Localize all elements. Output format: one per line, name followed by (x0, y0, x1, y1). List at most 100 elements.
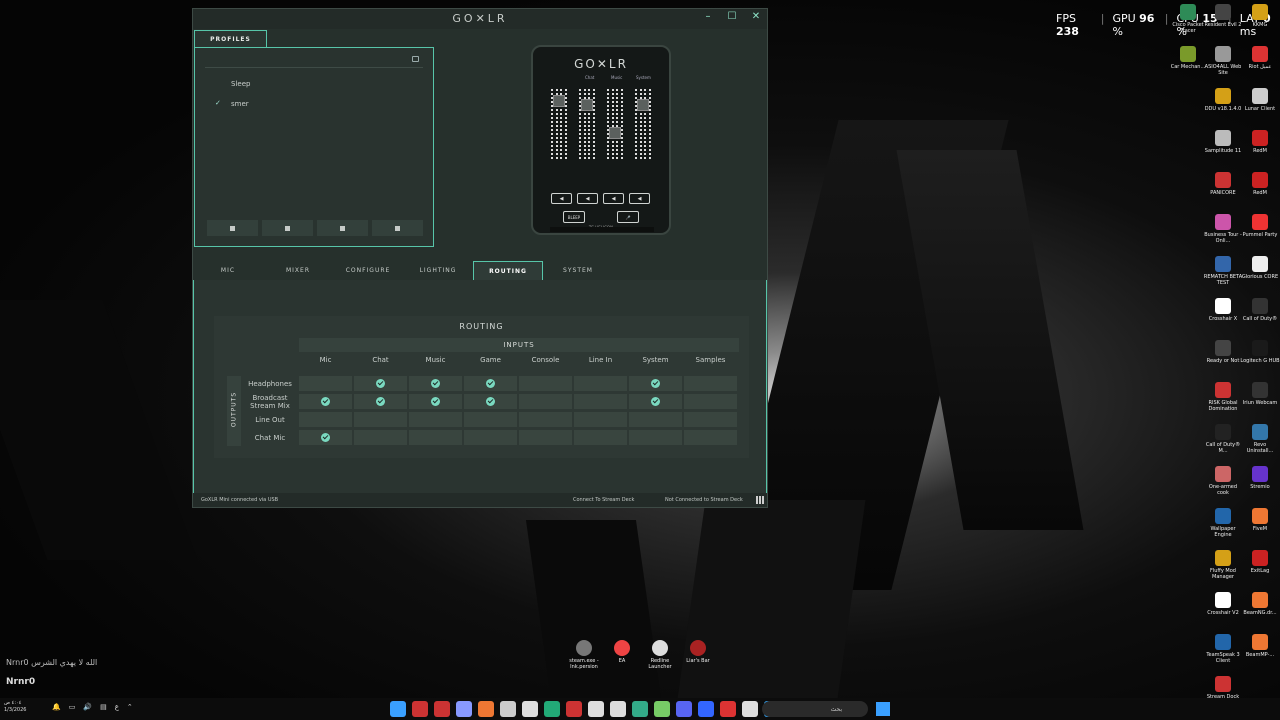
routing-cell[interactable] (409, 394, 462, 409)
desktop-icon[interactable]: TeamSpeak 3 Client (1203, 634, 1243, 664)
desktop-icon[interactable]: RISK Global Domination (1203, 382, 1243, 412)
desktop-icon[interactable]: RedM (1240, 172, 1280, 196)
fader-knob[interactable] (553, 95, 565, 107)
desktop-icon[interactable]: ExitLag (1240, 550, 1280, 574)
routing-cell[interactable] (629, 412, 682, 427)
routing-cell[interactable] (574, 394, 627, 409)
desktop-icon[interactable]: Glorious CORE (1240, 256, 1280, 280)
routing-cell[interactable] (574, 430, 627, 445)
routing-cell[interactable] (409, 412, 462, 427)
desktop-icon[interactable]: FiveM (1240, 508, 1280, 532)
new-profile-button[interactable] (262, 220, 313, 236)
desktop-icon[interactable]: Call of Duty® M... (1203, 424, 1243, 454)
desktop-icon[interactable]: Wallpaper Engine (1203, 508, 1243, 538)
routing-cell[interactable] (354, 412, 407, 427)
taskbar-app-icon[interactable] (588, 701, 604, 717)
desktop-icon[interactable]: Lunar Client (1240, 88, 1280, 112)
desktop-icon[interactable]: Revo Uninstall... (1240, 424, 1280, 454)
volume-icon[interactable]: 🔊 (83, 703, 92, 711)
tab-configure[interactable]: CONFIGURE (333, 261, 403, 280)
desktop-icon[interactable]: Iriun Webcam (1240, 382, 1280, 406)
start-button[interactable] (876, 702, 890, 716)
mute-button-3[interactable]: ◀ (603, 193, 624, 204)
taskbar-app-icon[interactable] (478, 701, 494, 717)
taskbar-app-icon[interactable] (412, 701, 428, 717)
taskbar-app-icon[interactable] (566, 701, 582, 717)
desktop-icon[interactable]: Resident Evil 2 (1203, 4, 1243, 28)
routing-cell[interactable] (519, 394, 572, 409)
desktop-icon[interactable]: REMATCH BETA TEST (1203, 256, 1243, 286)
save-profile-button[interactable] (207, 220, 258, 236)
taskbar-app-icon[interactable] (434, 701, 450, 717)
desktop-icon[interactable]: ASIO4ALL Web Site (1203, 46, 1243, 76)
title-bar[interactable]: GO✕LR – ☐ ✕ (193, 9, 767, 29)
desktop-icon[interactable]: Car Mechan... (1168, 46, 1208, 70)
desktop-icon[interactable]: KKMG (1240, 4, 1280, 28)
fader-knob[interactable] (637, 99, 649, 111)
routing-cell[interactable] (629, 394, 682, 409)
desktop-icon[interactable]: Redline Launcher (644, 640, 676, 670)
taskbar-app-icon[interactable] (500, 701, 516, 717)
taskbar-app-icon[interactable] (632, 701, 648, 717)
desktop-icon[interactable]: Ready or Not (1203, 340, 1243, 364)
routing-cell[interactable] (299, 394, 352, 409)
resize-grip-icon[interactable] (756, 496, 764, 504)
mute-button-1[interactable]: ◀ (551, 193, 572, 204)
desktop-icon[interactable]: Crosshair V2 (1203, 592, 1243, 616)
routing-cell[interactable] (574, 376, 627, 391)
desktop-icon[interactable]: Samplitude 11 (1203, 130, 1243, 154)
desktop-icon[interactable]: RedM (1240, 130, 1280, 154)
profiles-tab[interactable]: PROFILES (194, 30, 267, 48)
desktop-icon[interactable]: One-armed cook (1203, 466, 1243, 496)
fader-knob[interactable] (609, 127, 621, 139)
desktop-icon[interactable]: Logitech G HUB (1240, 340, 1280, 364)
routing-cell[interactable] (519, 430, 572, 445)
desktop-icon[interactable]: Business Tour - Onli... (1203, 214, 1243, 244)
routing-cell[interactable] (409, 376, 462, 391)
taskbar-app-icon[interactable] (456, 701, 472, 717)
tab-lighting[interactable]: LIGHTING (403, 261, 473, 280)
connect-stream-deck-link[interactable]: Connect To Stream Deck (573, 497, 634, 503)
desktop-icon[interactable]: BeamNG.dr... (1240, 592, 1280, 616)
folder-icon[interactable] (412, 56, 419, 62)
routing-cell[interactable] (409, 430, 462, 445)
routing-cell[interactable] (464, 412, 517, 427)
tab-mic[interactable]: MIC (193, 261, 263, 280)
fader-3[interactable] (607, 89, 623, 163)
tab-system[interactable]: SYSTEM (543, 261, 613, 280)
taskbar-app-icon[interactable] (698, 701, 714, 717)
tab-mixer[interactable]: MIXER (263, 261, 333, 280)
routing-cell[interactable] (299, 412, 352, 427)
battery-icon[interactable]: ▭ (69, 703, 76, 711)
mic-mute-button[interactable]: 🎤 (617, 211, 639, 223)
mute-button-2[interactable]: ◀ (577, 193, 598, 204)
routing-cell[interactable] (354, 430, 407, 445)
routing-cell[interactable] (354, 394, 407, 409)
taskbar-app-icon[interactable] (390, 701, 406, 717)
clock[interactable]: ٤:٠٤ ص 1/3/2026 (4, 700, 26, 714)
mute-button-4[interactable]: ◀ (629, 193, 650, 204)
minimize-button[interactable]: – (701, 11, 715, 22)
routing-cell[interactable] (299, 376, 352, 391)
routing-cell[interactable] (629, 430, 682, 445)
bleep-button[interactable]: BLEEP (563, 211, 585, 223)
routing-cell[interactable] (354, 376, 407, 391)
desktop-icon[interactable]: steam.exe - Ink.persion (568, 640, 600, 670)
routing-cell[interactable] (464, 430, 517, 445)
desktop-icon[interactable]: EA (606, 640, 638, 670)
notification-icon[interactable]: 🔔 (52, 703, 61, 711)
routing-cell[interactable] (464, 376, 517, 391)
profile-item[interactable]: smer (231, 100, 249, 108)
delete-profile-button[interactable] (372, 220, 423, 236)
fader-knob[interactable] (581, 99, 593, 111)
desktop-icon[interactable]: Stremio (1240, 466, 1280, 490)
taskbar-app-icon[interactable] (720, 701, 736, 717)
routing-cell[interactable] (299, 430, 352, 445)
routing-cell[interactable] (684, 376, 737, 391)
taskbar-search[interactable]: بحث (762, 701, 868, 717)
taskbar-app-icon[interactable] (522, 701, 538, 717)
tray-expand-icon[interactable]: ⌃ (127, 703, 133, 711)
desktop-icon[interactable]: Liar's Bar (682, 640, 714, 670)
desktop-icon[interactable]: Crosshair X (1203, 298, 1243, 322)
taskbar-app-icon[interactable] (742, 701, 758, 717)
